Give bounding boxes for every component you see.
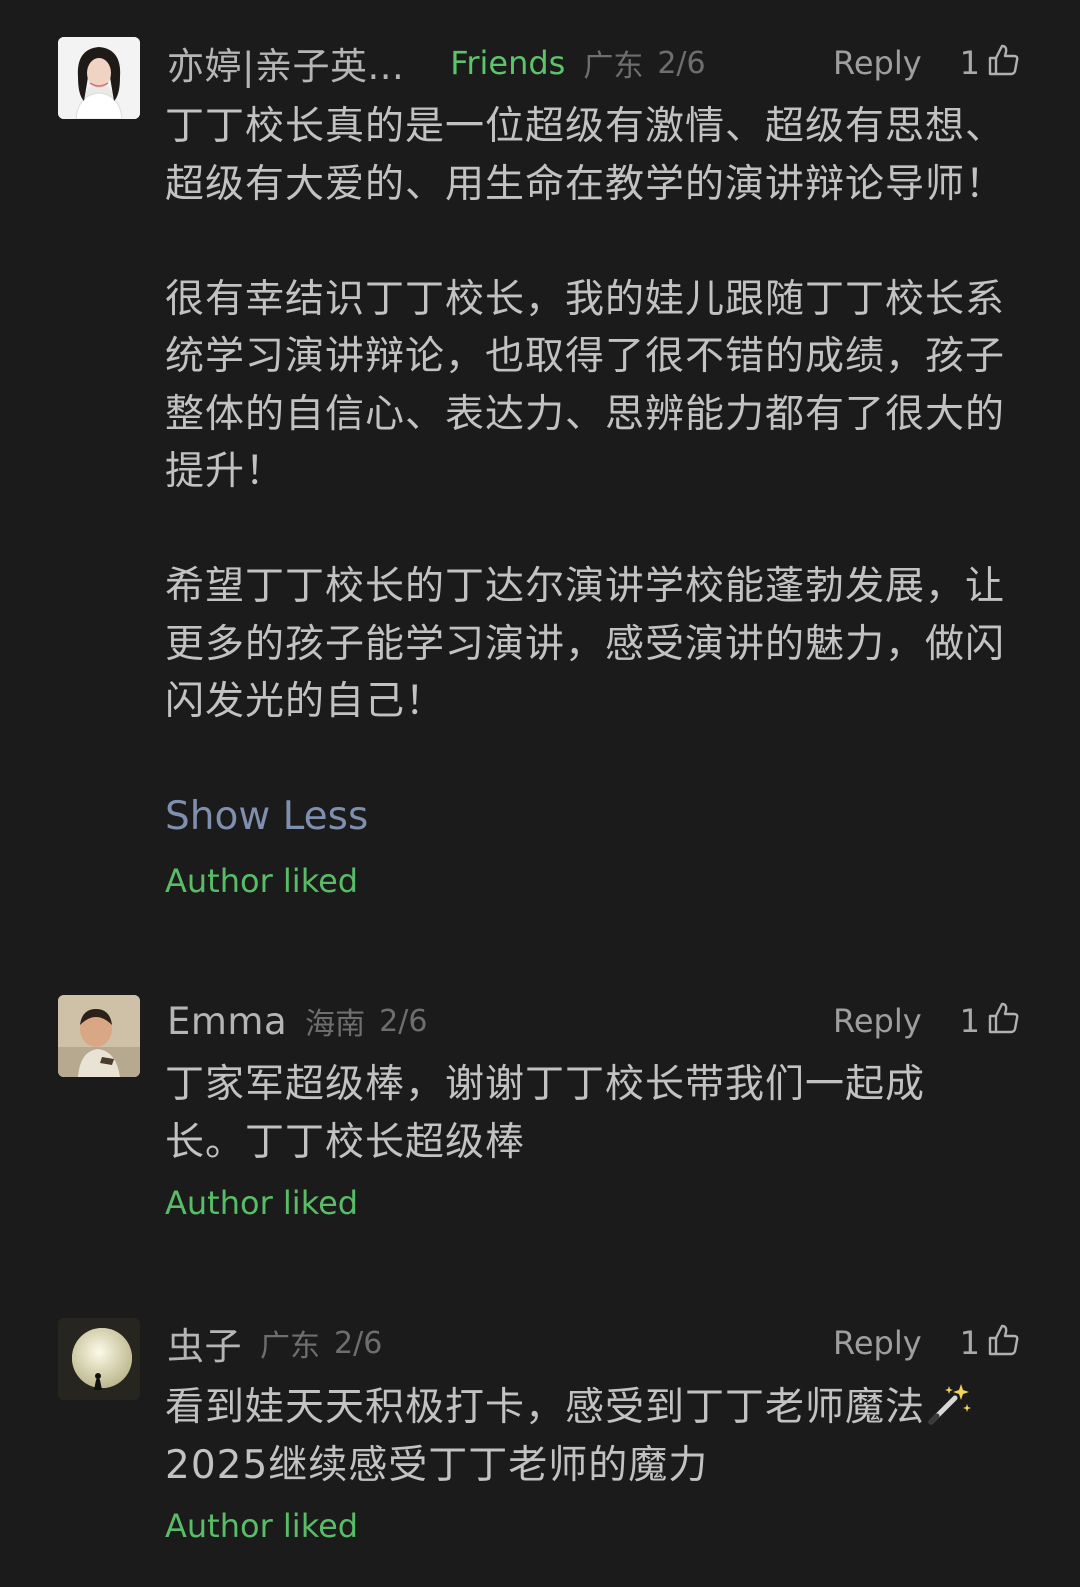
commenter-name[interactable]: 虫子 <box>167 1316 242 1370</box>
comment-line: 2025继续感受丁丁老师的魔力 <box>165 1442 709 1488</box>
comment-region: 海南 <box>305 1007 366 1042</box>
like-count: 1 <box>959 1002 980 1040</box>
comment-region: 广东 <box>583 49 644 84</box>
avatar[interactable] <box>58 37 140 119</box>
author-liked-label: Author liked <box>165 862 359 900</box>
avatar[interactable] <box>58 1318 140 1400</box>
comment-line-text: 看到娃天天积极打卡，感受到丁丁老师魔法 <box>165 1385 926 1430</box>
thumbs-up-icon[interactable] <box>986 1001 1020 1035</box>
comment-line: 看到娃天天积极打卡，感受到丁丁老师魔法 <box>165 1379 1045 1437</box>
commenter-name[interactable]: Emma <box>167 1000 287 1043</box>
reply-button[interactable]: Reply <box>833 44 922 82</box>
commenter-name[interactable]: 亦婷|亲子英... <box>167 36 404 90</box>
thumbs-up-icon[interactable] <box>986 1323 1020 1357</box>
like-count: 1 <box>959 1324 980 1362</box>
like-count: 1 <box>959 44 980 82</box>
comment-date: 2/6 <box>657 45 706 81</box>
reply-button[interactable]: Reply <box>833 1324 922 1362</box>
friends-badge: Friends <box>450 44 566 82</box>
magic-wand-icon <box>928 1384 972 1425</box>
avatar[interactable] <box>58 995 140 1077</box>
comment-meta: Emma 海南 2/6 Reply 1 <box>167 991 1020 1051</box>
comment-text: 丁丁校长真的是一位超级有激情、超级有思想、超级有大爱的、用生命在教学的演讲辩论导… <box>165 98 1025 731</box>
comment-paragraph: 很有幸结识丁丁校长，我的娃儿跟随丁丁校长系统学习演讲辩论，也取得了很不错的成绩，… <box>165 276 1006 495</box>
comment-text: 看到娃天天积极打卡，感受到丁丁老师魔法 2025继续感受丁丁老师的魔力 <box>165 1379 1045 1494</box>
comment-paragraph: 丁丁校长真的是一位超级有激情、超级有思想、超级有大爱的、用生命在教学的演讲辩论导… <box>165 104 1006 207</box>
comment-text: 丁家军超级棒，谢谢丁丁校长带我们一起成长。丁丁校长超级棒 <box>165 1062 926 1165</box>
comment-paragraph: 希望丁丁校长的丁达尔演讲学校能蓬勃发展，让更多的孩子能学习演讲，感受演讲的魅力，… <box>165 564 1006 724</box>
author-liked-label: Author liked <box>165 1507 359 1545</box>
thumbs-up-icon[interactable] <box>986 43 1020 77</box>
comment-date: 2/6 <box>334 1325 383 1361</box>
show-less-link[interactable]: Show Less <box>165 794 368 839</box>
reply-button[interactable]: Reply <box>833 1002 922 1040</box>
comment-meta: 虫子 广东 2/6 Reply 1 <box>167 1313 1020 1373</box>
comment-region: 广东 <box>260 1329 320 1364</box>
author-liked-label: Author liked <box>165 1184 359 1222</box>
comment-date: 2/6 <box>379 1003 428 1039</box>
comment-meta: 亦婷|亲子英... Friends 广东 2/6 Reply 1 <box>167 33 1020 93</box>
